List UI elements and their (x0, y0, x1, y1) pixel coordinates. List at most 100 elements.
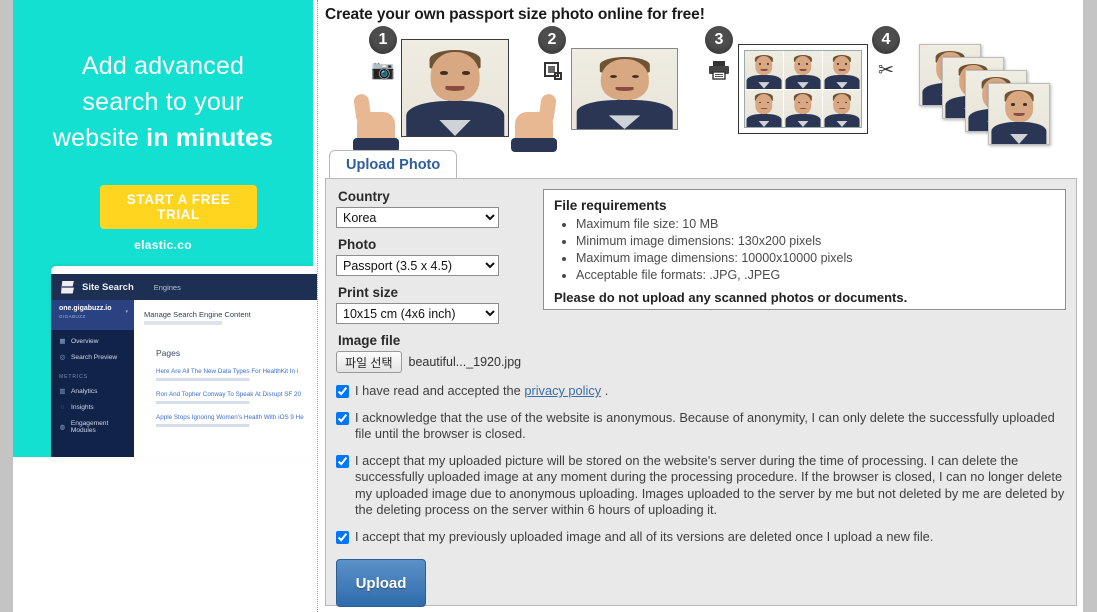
screenshot-account-name: one.gigabuzz.io (59, 305, 112, 312)
consent-row-replace[interactable]: I accept that my previously uploaded ima… (336, 529, 1066, 546)
sheet-cell (784, 51, 822, 89)
screenshot-result-title-2: Apple Stops Ignoring Women's Health With… (156, 414, 304, 421)
photo-type-select[interactable]: Passport (3.5 x 4.5) (336, 255, 499, 276)
grid-icon: ▦ (59, 338, 66, 345)
ad-headline-line1: Add advanced (81, 52, 245, 80)
screenshot-result-url-2 (156, 424, 276, 427)
thumb-hand-left (352, 90, 399, 152)
screenshot-menu-item-analytics: ▥ Analytics (59, 388, 134, 395)
steps-illustration: 1 📷 2 3 4 ✂ (325, 26, 1077, 152)
product-screenshot: Site Search Engines one.gigabuzz.io GIGA… (51, 266, 317, 457)
country-label: Country (338, 189, 390, 204)
privacy-policy-link[interactable]: privacy policy (524, 383, 601, 398)
privacy-policy-text: I have read and accepted the privacy pol… (355, 383, 608, 400)
chart-icon: ▥ (59, 388, 66, 395)
tab-upload-photo[interactable]: Upload Photo (329, 150, 458, 178)
file-requirement-item: Maximum file size: 10 MB (576, 216, 1055, 233)
upload-panel: Country Korea Photo Passport (3.5 x 4.5)… (325, 178, 1077, 607)
form-top-row: Country Korea Photo Passport (3.5 x 4.5)… (336, 189, 1066, 373)
tab-strip: Upload Photo (325, 150, 1077, 178)
page-title: Create your own passport size photo onli… (325, 6, 705, 23)
image-file-label: Image file (338, 333, 401, 348)
storage-checkbox[interactable] (336, 454, 349, 468)
screenshot-result-list: Here Are All The New Data Types For Heal… (156, 368, 314, 437)
ad-headline: Add advanced search to your website in m… (13, 48, 313, 156)
choose-file-button[interactable]: 파일 선택 (336, 351, 402, 373)
upload-form: Country Korea Photo Passport (3.5 x 4.5)… (336, 189, 531, 373)
sheet-cell (823, 51, 861, 89)
screenshot-section-metrics: METRICS (59, 374, 88, 380)
screenshot-section-pages: Pages (156, 348, 181, 358)
anonymity-text: I acknowledge that the use of the websit… (355, 409, 1055, 442)
sheet-cell (745, 51, 783, 89)
right-rail (1083, 0, 1097, 612)
file-requirement-item: Acceptable file formats: .JPG, .JPEG (576, 267, 1055, 284)
sheet-cell (745, 89, 783, 127)
elastic-logo-icon (61, 280, 74, 294)
file-input-row[interactable]: 파일 선택 beautiful..._1920.jpg (336, 351, 531, 373)
screenshot-menu-item-overview: ▦ Overview (59, 338, 134, 345)
screenshot-topbar: Site Search Engines (51, 274, 317, 300)
step-4-badge: 4 (872, 26, 900, 54)
main-content: Create your own passport size photo onli… (319, 0, 1083, 612)
privacy-policy-text-after: . (601, 383, 609, 398)
start-free-trial-button[interactable]: START A FREE TRIAL (100, 185, 257, 229)
screenshot-menu-item-engagement: ◍ Engagement Modules (59, 420, 134, 434)
screenshot-menu: ▦ Overview ◎ Search Preview METRICS ▥ An… (59, 338, 134, 443)
ad-headline-line3: website (52, 124, 147, 152)
step-2-cropped-photo (571, 48, 678, 130)
screenshot-brand: Site Search (82, 281, 134, 293)
screenshot-account-switcher: one.gigabuzz.io GIGABUZZ ▾ (51, 300, 134, 330)
anonymity-checkbox[interactable] (336, 411, 349, 425)
consent-row-storage[interactable]: I accept that my uploaded picture will b… (336, 453, 1066, 519)
step-3-badge: 3 (705, 26, 733, 54)
replace-checkbox[interactable] (336, 530, 349, 544)
ad-domain-label: elastic.co (134, 238, 192, 252)
upload-button[interactable]: Upload (336, 559, 426, 607)
bulb-icon: ◌ (60, 404, 65, 411)
file-requirements-title: File requirements (554, 198, 667, 213)
file-requirement-item: Minimum image dimensions: 130x200 pixels (576, 233, 1055, 250)
screenshot-metric-label-1: Insights (71, 404, 94, 411)
page-root: Add advanced search to your website in m… (0, 0, 1097, 612)
screenshot-nav-engines: Engines (153, 282, 181, 292)
sheet-cell (823, 89, 861, 127)
printer-icon (707, 58, 731, 82)
screenshot-menu-item-insights: ◌ Insights (59, 404, 134, 411)
step-1-badge: 1 (369, 26, 397, 54)
file-requirements-box: File requirements Maximum file size: 10 … (543, 189, 1066, 310)
screenshot-menu-item-search-preview: ◎ Search Preview (59, 354, 134, 361)
screenshot-menu-label-1: Search Preview (71, 354, 118, 361)
consent-row-privacy-policy[interactable]: I have read and accepted the privacy pol… (336, 383, 1066, 400)
screenshot-result-title-0: Here Are All The New Data Types For Heal… (156, 368, 299, 375)
modules-icon: ◍ (59, 423, 66, 431)
eye-icon: ◎ (59, 354, 66, 361)
screenshot-result-url-1 (156, 401, 276, 404)
chevron-down-icon: ▾ (125, 309, 128, 315)
screenshot-account-org: GIGABUZZ (59, 314, 86, 319)
step-4-photo-stack (919, 44, 1054, 146)
screenshot-menu-label-0: Overview (71, 338, 99, 345)
print-size-select[interactable]: 10x15 cm (4x6 inch) (336, 303, 499, 324)
privacy-policy-checkbox[interactable] (336, 385, 349, 398)
privacy-policy-text-before: I have read and accepted the (355, 383, 525, 398)
screenshot-result-url-0 (156, 378, 276, 381)
ad-headline-line3-bold: in minutes (146, 124, 274, 152)
print-sheet-grid (744, 50, 862, 128)
screenshot-result-title-1: Ron And Topher Conway To Speak At Disrup… (156, 391, 302, 398)
step-2-badge: 2 (538, 26, 566, 54)
country-select[interactable]: Korea (336, 207, 499, 228)
consent-row-anonymity[interactable]: I acknowledge that the use of the websit… (336, 410, 1066, 443)
crop-icon (540, 58, 564, 82)
file-requirements-list: Maximum file size: 10 MB Minimum image d… (554, 216, 1055, 284)
replace-text: I accept that my previously uploaded ima… (355, 528, 934, 544)
thumb-hand-right (511, 90, 558, 152)
portrait-photo-cropped (572, 49, 677, 129)
screenshot-content-subtitle-placeholder (144, 321, 264, 325)
screenshot-sidebar: one.gigabuzz.io GIGABUZZ ▾ ▦ Overview ◎ … (51, 300, 134, 457)
left-rail (0, 0, 13, 612)
camera-icon: 📷 (371, 59, 395, 81)
ad-headline-line2: search to your (82, 88, 244, 116)
screenshot-content: Manage Search Engine Content Pages Here … (134, 300, 317, 457)
print-size-label: Print size (338, 285, 399, 300)
